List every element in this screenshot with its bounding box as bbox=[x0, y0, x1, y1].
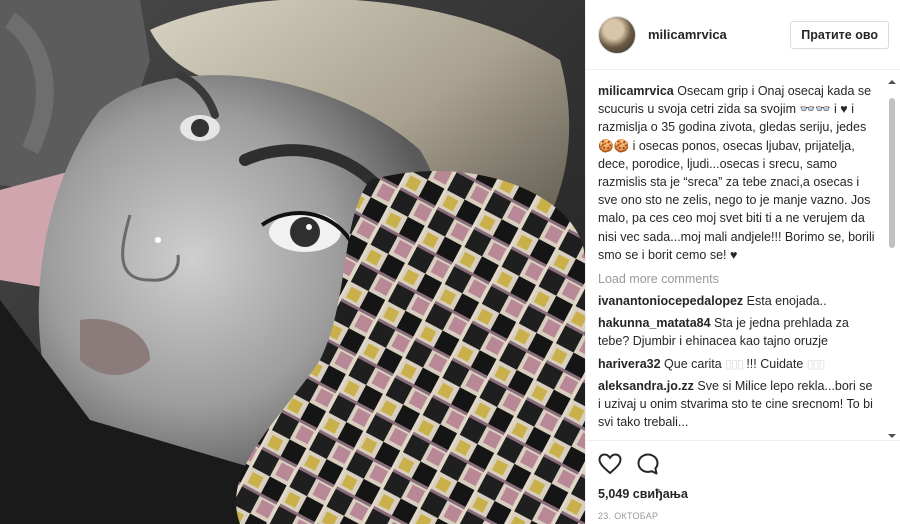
post-caption: milicamrvica Osecam grip i Onaj osecaj k… bbox=[598, 82, 877, 264]
likes-count[interactable]: 5,049 свиђања bbox=[598, 487, 889, 501]
comment-item: harivera32 Que carita ▯▯▯ !!! Cuidate ▯▯… bbox=[598, 355, 877, 373]
post-sidebar: milicamrvica Пратите ово milicamrvica Os… bbox=[585, 0, 900, 524]
scrollbar-thumb[interactable] bbox=[889, 98, 895, 248]
comment-icon[interactable] bbox=[636, 452, 660, 476]
comment-item: aleksandra.jo.zz Sve si Milice lepo rekl… bbox=[598, 377, 877, 432]
follow-button[interactable]: Пратите ово bbox=[790, 20, 889, 49]
post-header: milicamrvica Пратите ово bbox=[586, 0, 900, 70]
emoji-placeholder-icon: ▯▯▯ bbox=[806, 356, 826, 371]
comments-scrollbar[interactable] bbox=[887, 78, 897, 440]
comment-text-trail: !!! Cuidate bbox=[746, 356, 804, 371]
post-actions: 5,049 свиђања 23. октобар bbox=[586, 440, 900, 521]
emoji-placeholder-icon: ▯▯▯ bbox=[725, 356, 744, 371]
comment-username[interactable]: ivanantoniocepedalopez bbox=[598, 294, 743, 308]
comments-list[interactable]: milicamrvica Osecam grip i Onaj osecaj k… bbox=[586, 78, 900, 440]
scroll-down-arrow-icon[interactable] bbox=[888, 432, 896, 440]
post-photo[interactable] bbox=[0, 0, 585, 524]
instagram-post: milicamrvica Пратите ово milicamrvica Os… bbox=[0, 0, 900, 524]
caption-text: Osecam grip i Onaj osecaj kada se scucur… bbox=[598, 84, 875, 262]
post-username[interactable]: milicamrvica bbox=[648, 27, 727, 42]
selfie-image bbox=[0, 0, 585, 524]
post-date[interactable]: 23. октобар bbox=[598, 511, 889, 521]
comment-text: Esta enojada.. bbox=[746, 294, 827, 309]
load-more-comments-link[interactable]: Load more comments bbox=[598, 272, 877, 286]
action-icons bbox=[598, 451, 889, 477]
comment-username[interactable]: aleksandra.jo.zz bbox=[598, 379, 694, 393]
comment-username[interactable]: hakunna_matata84 bbox=[598, 316, 711, 330]
comment-item: ivanantoniocepedalopez Esta enojada.. bbox=[598, 292, 877, 310]
comment-text: Que carita bbox=[664, 356, 722, 371]
scroll-up-arrow-icon[interactable] bbox=[888, 78, 896, 86]
comment-username[interactable]: harivera32 bbox=[598, 357, 661, 371]
avatar[interactable] bbox=[598, 15, 636, 54]
caption-username[interactable]: milicamrvica bbox=[598, 84, 674, 98]
heart-icon[interactable] bbox=[598, 453, 622, 475]
comment-item: hakunna_matata84 Sta je jedna prehlada z… bbox=[598, 314, 877, 350]
